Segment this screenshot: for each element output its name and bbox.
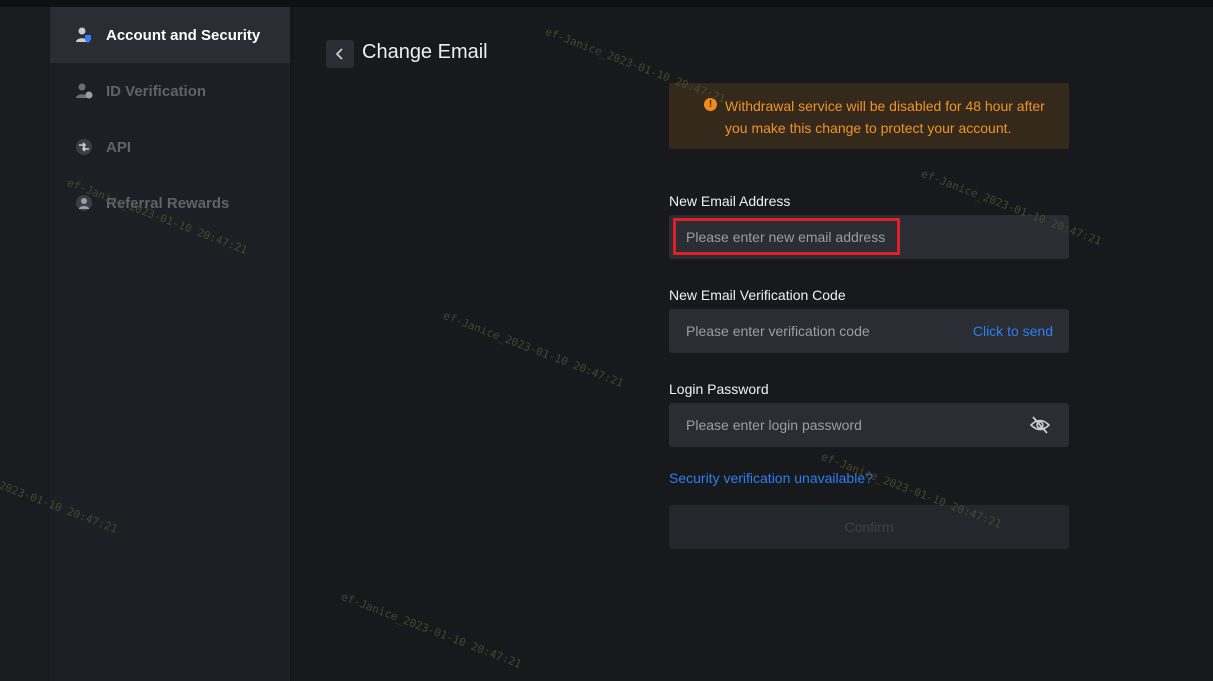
sidebar-item-label: API xyxy=(106,138,132,156)
back-button[interactable] xyxy=(326,40,354,68)
notice-text: Withdrawal service will be disabled for … xyxy=(725,98,1045,136)
verification-code-label: New Email Verification Code xyxy=(669,287,846,303)
send-code-button[interactable]: Click to send xyxy=(973,309,1053,353)
chevron-left-icon xyxy=(335,48,343,60)
withdrawal-notice: ! Withdrawal service will be disabled fo… xyxy=(669,83,1069,149)
confirm-button[interactable]: Confirm xyxy=(669,505,1069,549)
sidebar-item-api[interactable]: API xyxy=(50,119,290,175)
main-content: Change Email ! Withdrawal service will b… xyxy=(294,7,1213,681)
referral-rewards-icon xyxy=(72,191,96,215)
left-gutter xyxy=(0,7,50,681)
eye-off-icon[interactable] xyxy=(1029,415,1051,435)
sidebar-item-label: Referral Rewards xyxy=(106,194,230,212)
api-icon xyxy=(72,135,96,159)
security-verification-link[interactable]: Security verification unavailable? xyxy=(669,470,873,486)
login-password-label: Login Password xyxy=(669,381,769,397)
page-title: Change Email xyxy=(362,41,488,63)
verification-code-field[interactable]: Click to send xyxy=(669,309,1069,353)
top-bar xyxy=(0,0,1213,7)
watermark: ef-Janice_2023-01-10 20:47:21 xyxy=(339,590,524,671)
sidebar: Account and Security ID Verification API xyxy=(50,7,290,681)
verification-code-input[interactable] xyxy=(686,309,956,353)
sidebar-item-account-security[interactable]: Account and Security xyxy=(50,7,290,63)
account-security-icon xyxy=(72,23,96,47)
new-email-input[interactable] xyxy=(686,215,956,259)
watermark: ef-Janice_2023-01-10 20:47:21 xyxy=(441,309,626,390)
sidebar-item-label: Account and Security xyxy=(106,26,261,44)
login-password-input[interactable] xyxy=(686,403,956,447)
new-email-field[interactable] xyxy=(669,215,1069,259)
id-verification-icon xyxy=(72,79,96,103)
new-email-label: New Email Address xyxy=(669,193,791,209)
sidebar-item-label: ID Verification xyxy=(106,82,207,100)
login-password-field[interactable] xyxy=(669,403,1069,447)
sidebar-item-referral-rewards[interactable]: Referral Rewards xyxy=(50,175,290,231)
sidebar-item-id-verification[interactable]: ID Verification xyxy=(50,63,290,119)
warning-icon: ! xyxy=(704,98,717,111)
